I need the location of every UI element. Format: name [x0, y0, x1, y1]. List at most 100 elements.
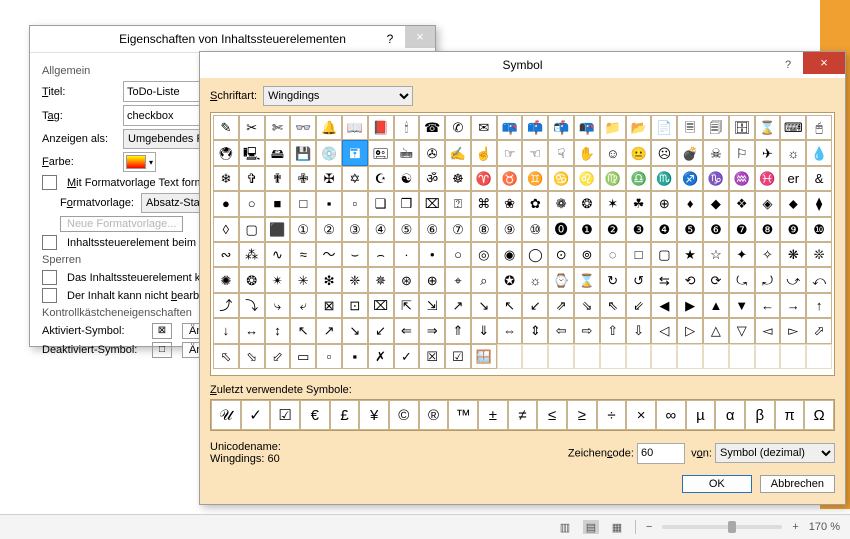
symbol-cell[interactable]: ⇨ [574, 318, 600, 343]
recent-symbol-cell[interactable]: ¥ [359, 400, 389, 430]
symbol-cell[interactable]: ✶ [600, 191, 626, 216]
symbol-cell[interactable]: 📭 [574, 115, 600, 140]
symbol-cell[interactable]: ⑨ [497, 217, 523, 242]
recent-symbol-cell[interactable]: ™ [448, 400, 478, 430]
symbol-cell[interactable]: ❊ [806, 242, 832, 267]
symbol-cell[interactable]: ⇱ [394, 293, 420, 318]
symbol-cell[interactable]: ✺ [213, 267, 239, 292]
symbol-cell[interactable]: ⇧ [600, 318, 626, 343]
symbol-cell[interactable]: ☆ [703, 242, 729, 267]
symbol-cell[interactable]: ⌛ [755, 115, 781, 140]
symbol-cell[interactable]: 🗐 [703, 115, 729, 140]
symbol-cell[interactable]: ✡ [342, 166, 368, 191]
symbol-cell[interactable]: ⤶ [290, 293, 316, 318]
symbol-cell[interactable]: ✧ [755, 242, 781, 267]
symbol-cell[interactable]: ≈ [290, 242, 316, 267]
symbol-cell[interactable]: ❋ [780, 242, 806, 267]
recent-symbol-cell[interactable]: £ [330, 400, 360, 430]
print-layout-icon[interactable]: ▤ [583, 520, 599, 534]
zoom-out-button[interactable]: − [646, 521, 652, 533]
symbol-cell[interactable]: ⊕ [651, 191, 677, 216]
symbol-cell[interactable]: 🕯 [394, 115, 420, 140]
symbol-cell[interactable]: ॐ [419, 166, 445, 191]
symbol-cell[interactable]: ↙ [522, 293, 548, 318]
symbol-cell[interactable]: ⤾ [755, 267, 781, 292]
recent-symbol-cell[interactable]: Ω [804, 400, 834, 430]
symbol-cell[interactable]: ⌣ [342, 242, 368, 267]
symbol-cell[interactable]: ⌚ [548, 267, 574, 292]
symbol-cell[interactable]: ③ [342, 217, 368, 242]
recent-symbol-cell[interactable]: ≥ [567, 400, 597, 430]
symbol-cell[interactable]: ♓ [755, 166, 781, 191]
symbol-cell[interactable]: 🗏 [677, 115, 703, 140]
symbol-cell[interactable]: ❽ [755, 217, 781, 242]
help-button[interactable]: ? [775, 52, 801, 78]
recent-symbol-cell[interactable]: 𝒰 [211, 400, 241, 430]
symbol-cell[interactable]: 📄 [651, 115, 677, 140]
zeichencode-input[interactable] [637, 443, 685, 464]
recent-symbol-cell[interactable]: × [626, 400, 656, 430]
symbol-cell[interactable]: ✳ [290, 267, 316, 292]
symbol-cell[interactable]: ◈ [755, 191, 781, 216]
symbol-cell[interactable]: ♏ [651, 166, 677, 191]
symbol-cell[interactable]: 🖳 [239, 140, 265, 165]
symbol-cell[interactable]: ⊕ [419, 267, 445, 292]
recent-symbol-cell[interactable]: ± [478, 400, 508, 430]
symbol-cell[interactable]: ▽ [729, 318, 755, 343]
symbol-cell[interactable]: ↗ [316, 318, 342, 343]
symbol-cell[interactable]: ❀ [497, 191, 523, 216]
symbol-cell[interactable]: 🗄 [729, 115, 755, 140]
symbol-cell[interactable]: ∿ [265, 242, 291, 267]
symbol-cell[interactable]: ⑩ [522, 217, 548, 242]
symbol-cell[interactable]: ❁ [548, 191, 574, 216]
symbol-cell[interactable]: ⤴ [213, 293, 239, 318]
symbol-cell[interactable]: ​⌖ [445, 267, 471, 292]
symbol-cell[interactable]: 🔔 [316, 115, 342, 140]
recent-symbol-cell[interactable]: ® [419, 400, 449, 430]
symbol-cell[interactable]: ⇲ [419, 293, 445, 318]
symbol-cell[interactable]: ❸ [626, 217, 652, 242]
symbol-cell[interactable]: ⇓ [471, 318, 497, 343]
symbol-cell[interactable]: ⇒ [419, 318, 445, 343]
recent-symbol-cell[interactable]: ≤ [537, 400, 567, 430]
symbol-cell[interactable]: 🖭 [368, 140, 394, 165]
symbol-cell[interactable]: ✿ [522, 191, 548, 216]
symbol-cell[interactable]: ✪ [497, 267, 523, 292]
symbol-cell[interactable]: ⍰ [445, 191, 471, 216]
symbol-cell[interactable]: ❖ [729, 191, 755, 216]
symbol-cell[interactable]: ☝ [471, 140, 497, 165]
symbol-cell[interactable]: ☯ [394, 166, 420, 191]
checkbox[interactable] [42, 288, 57, 303]
symbol-cell[interactable]: ❒ [394, 191, 420, 216]
symbol-cell[interactable]: 🖮 [394, 140, 420, 165]
symbol-cell[interactable]: ◅ [755, 318, 781, 343]
recent-symbol-cell[interactable]: ☑ [270, 400, 300, 430]
symbol-cell[interactable]: ④ [368, 217, 394, 242]
checkbox[interactable] [42, 235, 57, 250]
symbol-cell[interactable]: ⇐ [394, 318, 420, 343]
symbol-cell[interactable]: 💣 [677, 140, 703, 165]
symbol-cell[interactable]: ⌨ [780, 115, 806, 140]
symbol-cell[interactable]: ⌧ [368, 293, 394, 318]
symbol-cell[interactable]: ⌧ [419, 191, 445, 216]
recent-symbol-cell[interactable]: ≠ [508, 400, 538, 430]
recent-symbol-cell[interactable]: µ [686, 400, 716, 430]
symbol-cell[interactable]: 💧 [806, 140, 832, 165]
symbol-cell[interactable]: ✴ [265, 267, 291, 292]
symbol-cell[interactable]: ♒ [729, 166, 755, 191]
symbol-cell[interactable]: 📕 [368, 115, 394, 140]
symbol-cell[interactable]: ☑ [445, 344, 471, 369]
symbol-cell[interactable]: 🖴 [265, 140, 291, 165]
symbol-cell[interactable]: ❻ [703, 217, 729, 242]
symbol-cell[interactable]: ⤻ [780, 267, 806, 292]
symbol-cell[interactable]: ◯ [522, 242, 548, 267]
symbol-cell[interactable]: ⬂ [239, 344, 265, 369]
symbol-cell[interactable]: ⬀ [806, 318, 832, 343]
symbol-cell[interactable]: ↕ [265, 318, 291, 343]
symbol-cell[interactable]: ⌘ [471, 191, 497, 216]
symbol-cell[interactable]: ♍ [600, 166, 626, 191]
symbol-cell[interactable]: ❑ [368, 191, 394, 216]
symbol-cell[interactable]: → [780, 293, 806, 318]
symbol-cell[interactable]: ♐ [677, 166, 703, 191]
symbol-cell[interactable]: ♈ [471, 166, 497, 191]
